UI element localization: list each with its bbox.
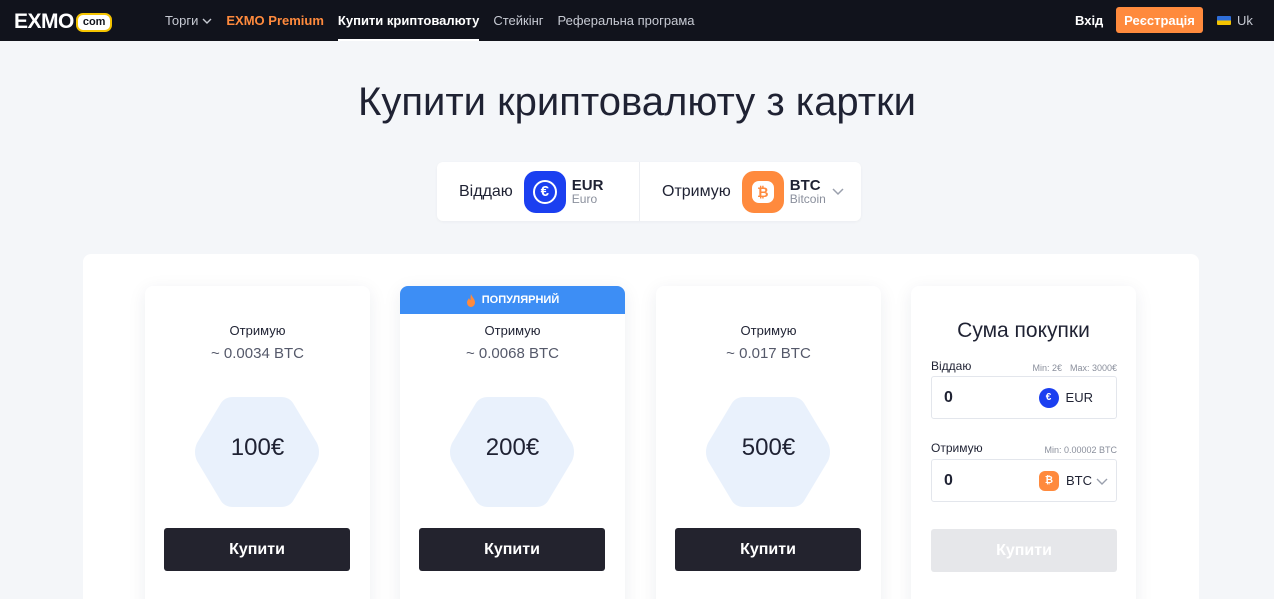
logo-text: EXMO (14, 10, 74, 33)
buy-custom-button[interactable]: Купити (931, 529, 1117, 572)
nav-buy-crypto[interactable]: Купити криптовалюту (337, 0, 480, 41)
give-amount-input[interactable]: 0 € EUR (931, 376, 1117, 419)
bitcoin-icon: ₿ (741, 170, 784, 213)
nav-staking[interactable]: Стейкінг (493, 0, 543, 41)
card-get-label: Отримую (484, 323, 541, 338)
give-amount-value: 0 (944, 388, 953, 406)
sum-title: Сума покупки (957, 319, 1090, 342)
give-label: Віддаю (459, 182, 513, 200)
buy-button[interactable]: Купити (675, 528, 861, 571)
nav-exmo-premium[interactable]: EXMO Premium (226, 0, 324, 41)
popular-badge-label: ПОПУЛЯРНИЙ (481, 294, 560, 306)
get-amount-value: 0 (944, 471, 953, 489)
get-field-limit: Min: 0.00002 BTC (1044, 445, 1117, 455)
card-price: 500€ (741, 434, 796, 461)
get-currency-code: BTC (1066, 473, 1092, 488)
nav-trading[interactable]: Торги (165, 0, 212, 41)
nav-trading-label: Торги (165, 13, 199, 28)
page-title: Купити криптовалюту з картки (358, 80, 916, 124)
get-currency-dropdown[interactable]: ₿ BTC (1039, 470, 1108, 491)
offer-card-200: ПОПУЛЯРНИЙ Отримую ~ 0.0068 BTC 200€ Куп… (400, 286, 625, 599)
get-label: Отримую (662, 182, 731, 200)
currency-pair-selector: Віддаю € EUR Euro Отримую ₿ BTC Bitcoin (437, 162, 861, 221)
flame-icon (466, 293, 475, 307)
language-label: Uk (1237, 13, 1253, 28)
language-selector[interactable]: Uk (1217, 0, 1253, 41)
get-currency-code: BTC (789, 176, 821, 194)
give-currency-name: Euro (571, 191, 598, 206)
give-currency-code: EUR (571, 176, 604, 194)
logo-badge: com (75, 12, 113, 32)
offer-card-100: Отримую ~ 0.0034 BTC 100€ Купити (145, 286, 370, 599)
card-price: 100€ (230, 434, 285, 461)
card-get-amount: ~ 0.0034 BTC (211, 345, 304, 362)
card-price: 200€ (485, 434, 540, 461)
get-amount-input[interactable]: 0 ₿ BTC (931, 459, 1117, 502)
get-currency-selector[interactable]: Отримую ₿ BTC Bitcoin (640, 162, 861, 221)
card-get-label: Отримую (229, 323, 286, 338)
euro-icon: € (1038, 387, 1059, 408)
card-get-amount: ~ 0.0068 BTC (466, 345, 559, 362)
buy-button[interactable]: Купити (164, 528, 350, 571)
get-currency-name: Bitcoin (789, 191, 826, 206)
give-min: Min: 2€ (1032, 363, 1062, 373)
give-currency-code: EUR (1065, 390, 1093, 405)
euro-icon: € (523, 170, 566, 213)
buy-button[interactable]: Купити (419, 528, 605, 571)
give-currency: € EUR (1038, 387, 1093, 408)
get-field-label: Отримую (931, 441, 983, 455)
popular-badge: ПОПУЛЯРНИЙ (400, 286, 625, 314)
ukraine-flag-icon (1217, 16, 1231, 25)
main-nav: Торги EXMO Premium Купити криптовалюту С… (165, 0, 709, 41)
offer-card-500: Отримую ~ 0.017 BTC 500€ Купити (656, 286, 881, 599)
login-link[interactable]: Вхід (1075, 0, 1103, 41)
exmo-logo[interactable]: EXMO com (14, 10, 113, 34)
give-max: Max: 3000€ (1069, 363, 1117, 373)
custom-amount-card: Сума покупки Віддаю Min: 2€ Max: 3000€ 0 … (911, 286, 1136, 599)
card-get-label: Отримую (740, 323, 797, 338)
give-field-limits: Min: 2€ Max: 3000€ (1024, 363, 1117, 373)
chevron-down-icon (832, 188, 844, 196)
give-currency-selector[interactable]: Віддаю € EUR Euro (437, 162, 640, 221)
bitcoin-icon: ₿ (1039, 470, 1059, 491)
top-navigation-bar: EXMO com Торги EXMO Premium Купити крипт… (0, 0, 1274, 41)
nav-referral[interactable]: Реферальна програма (558, 0, 695, 41)
register-button[interactable]: Реєстрація (1116, 7, 1203, 33)
chevron-down-icon (1096, 478, 1108, 485)
chevron-down-icon (202, 18, 212, 24)
card-get-amount: ~ 0.017 BTC (726, 345, 811, 362)
give-field-label: Віддаю (931, 359, 972, 373)
